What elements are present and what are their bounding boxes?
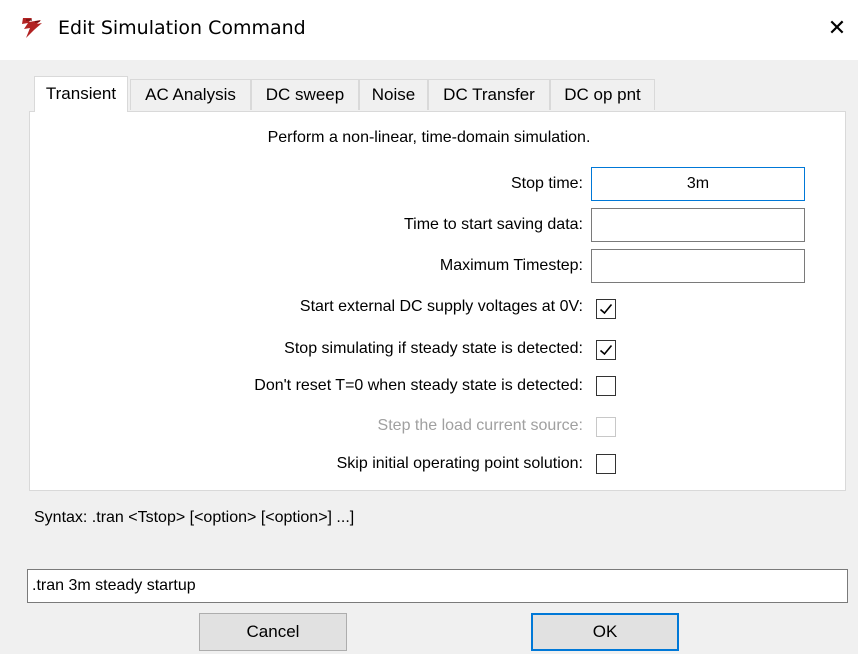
tab-transient[interactable]: Transient bbox=[34, 76, 128, 112]
syntax-hint: Syntax: .tran <Tstop> [<option> [<option… bbox=[34, 509, 355, 526]
ltspice-logo-icon bbox=[22, 18, 42, 38]
tab-ac-analysis[interactable]: AC Analysis bbox=[130, 79, 251, 110]
option-label: Skip initial operating point solution: bbox=[336, 455, 583, 472]
max-timestep-label: Maximum Timestep: bbox=[439, 257, 583, 274]
stop-time-label: Stop time: bbox=[510, 175, 583, 192]
checkmark-icon bbox=[599, 344, 613, 356]
start-dc-zero-checkbox[interactable] bbox=[596, 299, 616, 319]
stop-time-input[interactable]: 3m bbox=[591, 167, 805, 201]
panel-description: Perform a non-linear, time-domain simula… bbox=[267, 129, 591, 146]
close-icon[interactable]: ✕ bbox=[826, 16, 848, 42]
max-timestep-input[interactable] bbox=[591, 249, 805, 283]
option-label: Start external DC supply voltages at 0V: bbox=[299, 298, 583, 315]
ok-button[interactable]: OK bbox=[531, 613, 679, 651]
cancel-button[interactable]: Cancel bbox=[199, 613, 347, 651]
title-bar: Edit Simulation Command ✕ bbox=[0, 0, 858, 60]
tab-dc-transfer[interactable]: DC Transfer bbox=[428, 79, 550, 110]
option-label-disabled: Step the load current source: bbox=[377, 417, 583, 434]
checkmark-icon bbox=[599, 303, 613, 315]
steady-state-stop-checkbox[interactable] bbox=[596, 340, 616, 360]
no-reset-t0-checkbox[interactable] bbox=[596, 376, 616, 396]
tab-dc-sweep[interactable]: DC sweep bbox=[251, 79, 359, 110]
skip-op-point-checkbox[interactable] bbox=[596, 454, 616, 474]
option-label: Don't reset T=0 when steady state is det… bbox=[254, 377, 583, 394]
tab-dc-op-pnt[interactable]: DC op pnt bbox=[550, 79, 655, 110]
tab-noise[interactable]: Noise bbox=[359, 79, 428, 110]
option-label: Stop simulating if steady state is detec… bbox=[284, 340, 583, 357]
start-save-label: Time to start saving data: bbox=[403, 216, 583, 233]
start-save-input[interactable] bbox=[591, 208, 805, 242]
command-line-input[interactable]: .tran 3m steady startup bbox=[27, 569, 848, 603]
step-load-checkbox bbox=[596, 417, 616, 437]
window-title: Edit Simulation Command bbox=[58, 17, 306, 39]
